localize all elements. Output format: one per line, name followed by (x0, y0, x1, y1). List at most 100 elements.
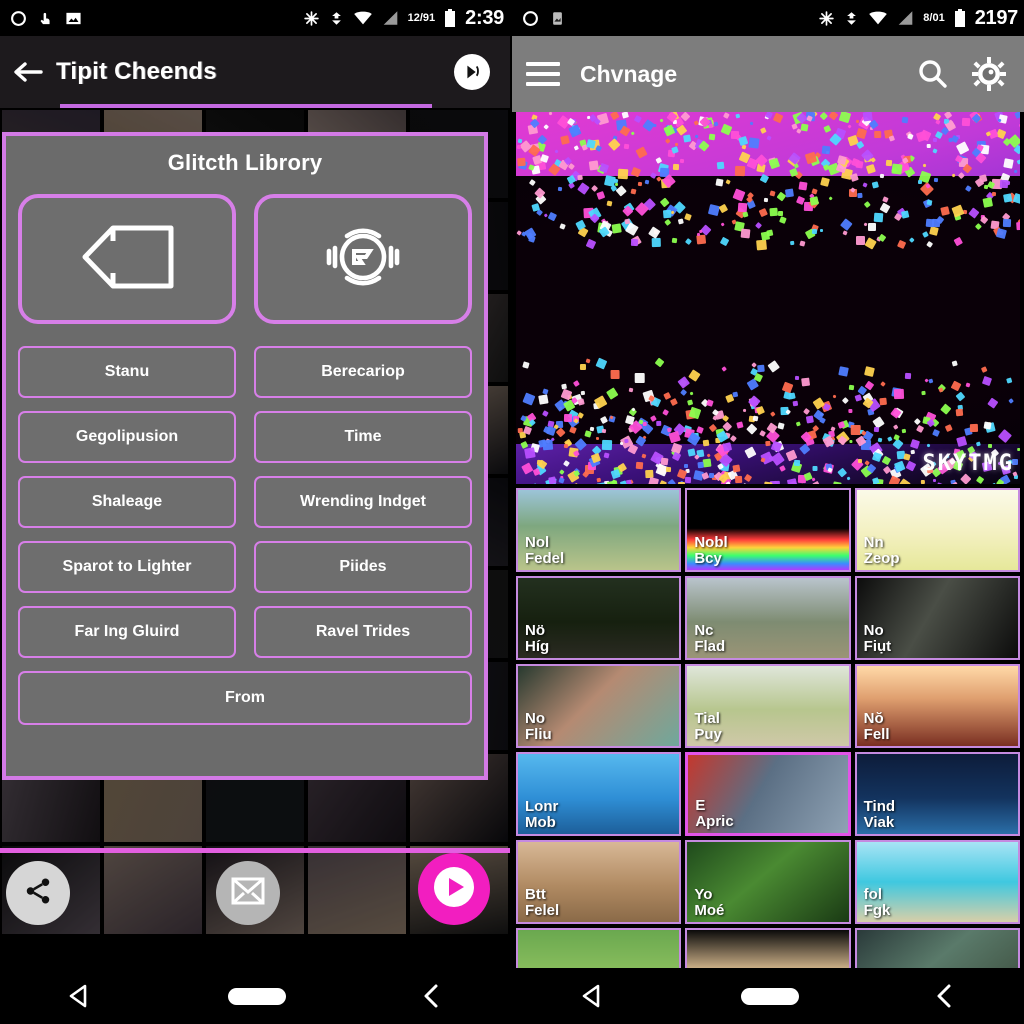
right-clock: 2197 (975, 7, 1018, 30)
dialog-option-button[interactable]: Sparot to Lighter (18, 541, 236, 593)
wifi-icon (868, 10, 888, 26)
video-tile[interactable]: Nobl Bcy (685, 488, 850, 572)
video-tile[interactable]: Btt Felel (516, 840, 681, 924)
dialog-icon-button-row (18, 194, 472, 324)
tag-back-icon-button[interactable] (18, 194, 236, 324)
back-arrow-icon[interactable] (0, 59, 56, 85)
video-tile[interactable]: Tial Puy (685, 664, 850, 748)
battery-icon (954, 9, 966, 27)
dialog-option-button[interactable]: Berecariop (254, 346, 472, 398)
dialog-option-button[interactable]: Shaleage (18, 476, 236, 528)
confetti-particle (988, 443, 992, 447)
confetti-particle (801, 377, 809, 385)
photo-icon (64, 10, 83, 27)
video-tile-label-line2: Bcy (694, 551, 727, 566)
app-title: Chvnage (580, 61, 677, 88)
video-tile-label-line1: Nc (694, 623, 725, 638)
share-button[interactable] (6, 861, 70, 925)
hamburger-icon[interactable] (512, 62, 574, 86)
signal-icon (897, 10, 914, 26)
confetti-particle (607, 480, 618, 484)
play-badge-icon[interactable] (454, 54, 490, 90)
video-tile-label: fol Fgk (864, 887, 891, 918)
nav-back-icon[interactable] (67, 983, 93, 1009)
video-tile[interactable]: Nö Híg (516, 576, 681, 660)
gear-icon[interactable] (972, 57, 1006, 91)
mail-button[interactable] (216, 861, 280, 925)
confetti-particle (880, 398, 887, 405)
confetti-particle (672, 237, 678, 243)
download-icon (329, 10, 344, 27)
video-tile-label: Yo Moé (694, 887, 724, 918)
confetti-particle (703, 439, 710, 446)
video-tile-label: Nc Flad (694, 623, 725, 654)
video-tile[interactable]: No Fiụt (855, 576, 1020, 660)
confetti-particle (687, 448, 695, 456)
video-tile[interactable]: Nc Flad (685, 576, 850, 660)
video-tile[interactable]: Nŏ Fell (855, 664, 1020, 748)
video-tile-label-line1: Tind (864, 799, 895, 814)
video-tile[interactable]: Lonr Mob (516, 752, 681, 836)
confetti-particle (623, 144, 629, 150)
video-tile[interactable]: No Fliu (516, 664, 681, 748)
dialog-option-button[interactable]: Time (254, 411, 472, 463)
video-tile-label-line2: Fell (864, 727, 890, 742)
confetti-particle (961, 118, 969, 126)
confetti-particle (741, 229, 751, 239)
video-tile[interactable]: Nn Zeop (855, 488, 1020, 572)
video-tile-grid: Nol Fedel Nobl Bcy Nn Zeop Nö Híg Nc Flad No Fiụt No… (512, 488, 1024, 1012)
confetti-particle (631, 239, 639, 247)
confetti-particle (757, 240, 767, 250)
dialog-option-button[interactable]: Gegolipusion (18, 411, 236, 463)
confetti-particle (638, 182, 642, 186)
video-tile[interactable]: E Apric (685, 752, 850, 836)
confetti-particle (736, 114, 741, 119)
nav-chevron-icon[interactable] (421, 983, 443, 1009)
confetti-particle (934, 178, 938, 182)
nav-back-icon[interactable] (580, 983, 606, 1009)
confetti-particle (1017, 159, 1020, 165)
confetti-particle (524, 447, 536, 459)
bottom-accent-line (0, 848, 510, 853)
nav-chevron-icon[interactable] (934, 983, 956, 1009)
dialog-option-button[interactable]: Ravel Trides (254, 606, 472, 658)
video-tile[interactable]: Yo Moé (685, 840, 850, 924)
confetti-particle (678, 482, 685, 484)
confetti-particle (798, 182, 807, 191)
left-phone-screen: 12/91 2:39 Tipit Cheends Glitcth Librory (0, 0, 512, 1024)
video-tile-label: Nol Fedel (525, 535, 564, 566)
video-tile[interactable]: Nol Fedel (516, 488, 681, 572)
lens-audio-icon-button[interactable] (254, 194, 472, 324)
confetti-particle (905, 373, 912, 380)
left-app-bar: Tipit Cheends (0, 36, 510, 108)
video-tile-label-line2: Híg (525, 639, 549, 654)
confetti-particle (564, 414, 572, 422)
dialog-option-button[interactable]: Wrending Indget (254, 476, 472, 528)
tag-back-icon (75, 220, 179, 299)
confetti-particle (927, 144, 931, 148)
confetti-particle (735, 166, 745, 176)
confetti-particle (1017, 448, 1020, 451)
confetti-particle (862, 112, 872, 122)
play-button[interactable] (418, 853, 490, 925)
confetti-particle (623, 439, 628, 444)
confetti-particle (663, 210, 672, 219)
confetti-particle (543, 439, 554, 450)
video-tile-label-line2: Fgk (864, 903, 891, 918)
confetti-particle (877, 437, 882, 442)
confetti-particle (708, 124, 712, 128)
dialog-option-button[interactable]: Piides (254, 541, 472, 593)
video-tile[interactable]: fol Fgk (855, 840, 1020, 924)
confetti-particle (886, 160, 892, 166)
nav-home-pill[interactable] (741, 988, 799, 1005)
confetti-particle (581, 390, 585, 394)
hero-watermark: SKYTMG (923, 451, 1014, 476)
nav-home-pill[interactable] (228, 988, 286, 1005)
search-icon[interactable] (916, 58, 948, 90)
dialog-from-button[interactable]: From (18, 671, 472, 725)
dialog-option-button[interactable]: Stanu (18, 346, 236, 398)
video-tile[interactable]: Tind Viak (855, 752, 1020, 836)
dialog-option-button[interactable]: Far Ing Gluird (18, 606, 236, 658)
confetti-particle (901, 117, 908, 124)
video-tile-label-line2: Apric (695, 814, 733, 829)
